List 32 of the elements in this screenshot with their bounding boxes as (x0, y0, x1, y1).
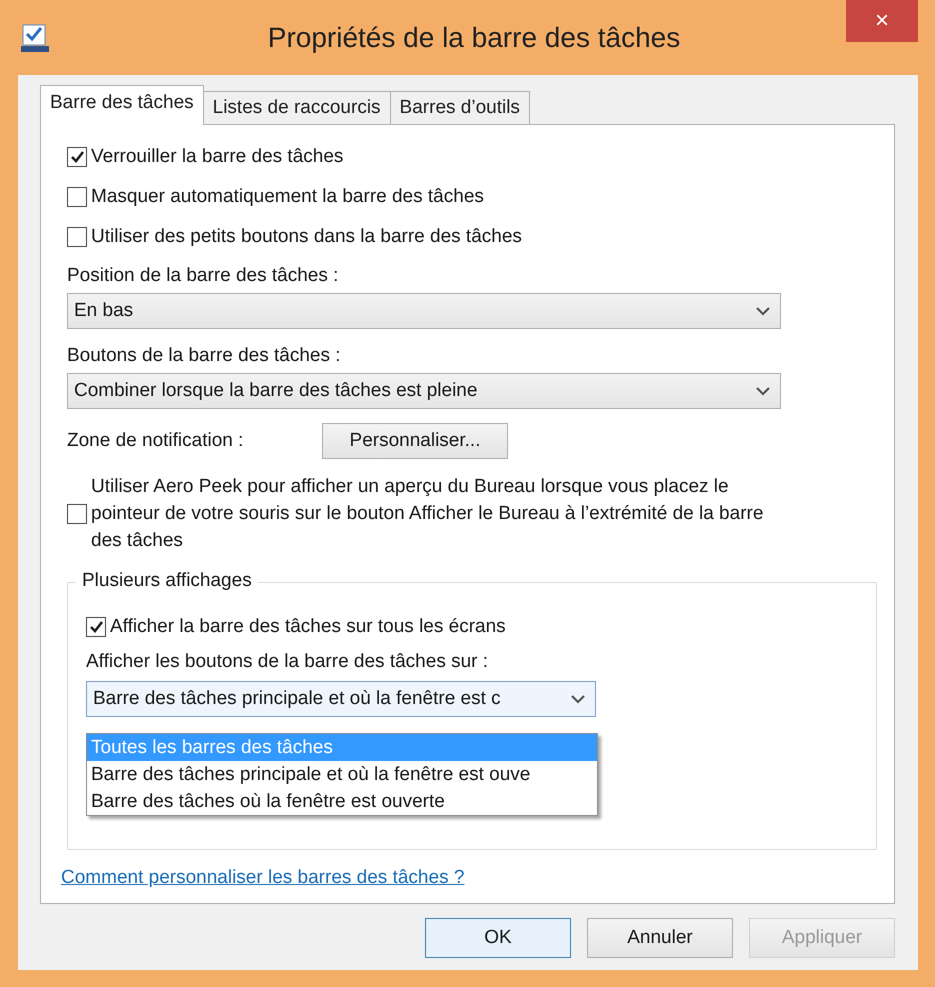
checkbox-label: Verrouiller la barre des tâches (91, 146, 344, 168)
field-label: Afficher les boutons de la barre des tâches sur : (86, 651, 490, 673)
chevron-down-icon (756, 386, 770, 396)
tab[interactable]: Barres d’outils (390, 91, 530, 125)
window-title: Propriétés de la barre des tâches (266, 22, 682, 54)
chevron-down-icon (571, 694, 585, 704)
checkbox[interactable] (86, 617, 106, 637)
field-label: Boutons de la barre des tâches : (67, 345, 342, 367)
customize-button[interactable]: Personnaliser... (322, 423, 508, 459)
checkbox-label: Afficher la barre des tâches sur tous les écrans (110, 616, 506, 638)
help-link[interactable]: Comment personnaliser les barres des tâches ? (61, 867, 464, 889)
checkbox[interactable] (67, 227, 87, 247)
field-label: Position de la barre des tâches : (67, 265, 340, 287)
chevron-down-icon (756, 306, 770, 316)
dropdown[interactable]: Barre des tâches principale et où la fenêtre est c (86, 681, 596, 717)
checkbox-label: Masquer automatiquement la barre des tâches (91, 186, 484, 208)
dialog-button[interactable]: OK (425, 918, 571, 958)
checkbox-label: Utiliser des petits boutons dans la barre des tâches (91, 226, 522, 248)
tab[interactable]: Barre des tâches (40, 85, 204, 125)
dialog-button[interactable]: Annuler (587, 918, 733, 958)
checkbox-label: Utiliser Aero Peek pour afficher un aperçu du Bureau lorsque vous placez le pointeur de votre souris sur le bouton Afficher le Bureau à l’extrémité de la barre des tâches (91, 475, 764, 553)
dropdown[interactable]: En bas (67, 293, 781, 329)
checkbox[interactable] (67, 187, 87, 207)
field-label: Zone de notification : (67, 430, 244, 452)
dropdown-option[interactable]: Barre des tâches principale et où la fenêtre est ouve (87, 761, 597, 788)
close-button[interactable]: × (846, 0, 918, 42)
checkbox[interactable] (67, 147, 87, 167)
app-icon (20, 22, 50, 52)
dropdown-option[interactable]: Barre des tâches où la fenêtre est ouverte (87, 788, 597, 815)
group-title: Plusieurs affichages (76, 570, 258, 592)
checkbox[interactable] (67, 504, 87, 524)
dropdown[interactable]: Combiner lorsque la barre des tâches est pleine (67, 373, 781, 409)
